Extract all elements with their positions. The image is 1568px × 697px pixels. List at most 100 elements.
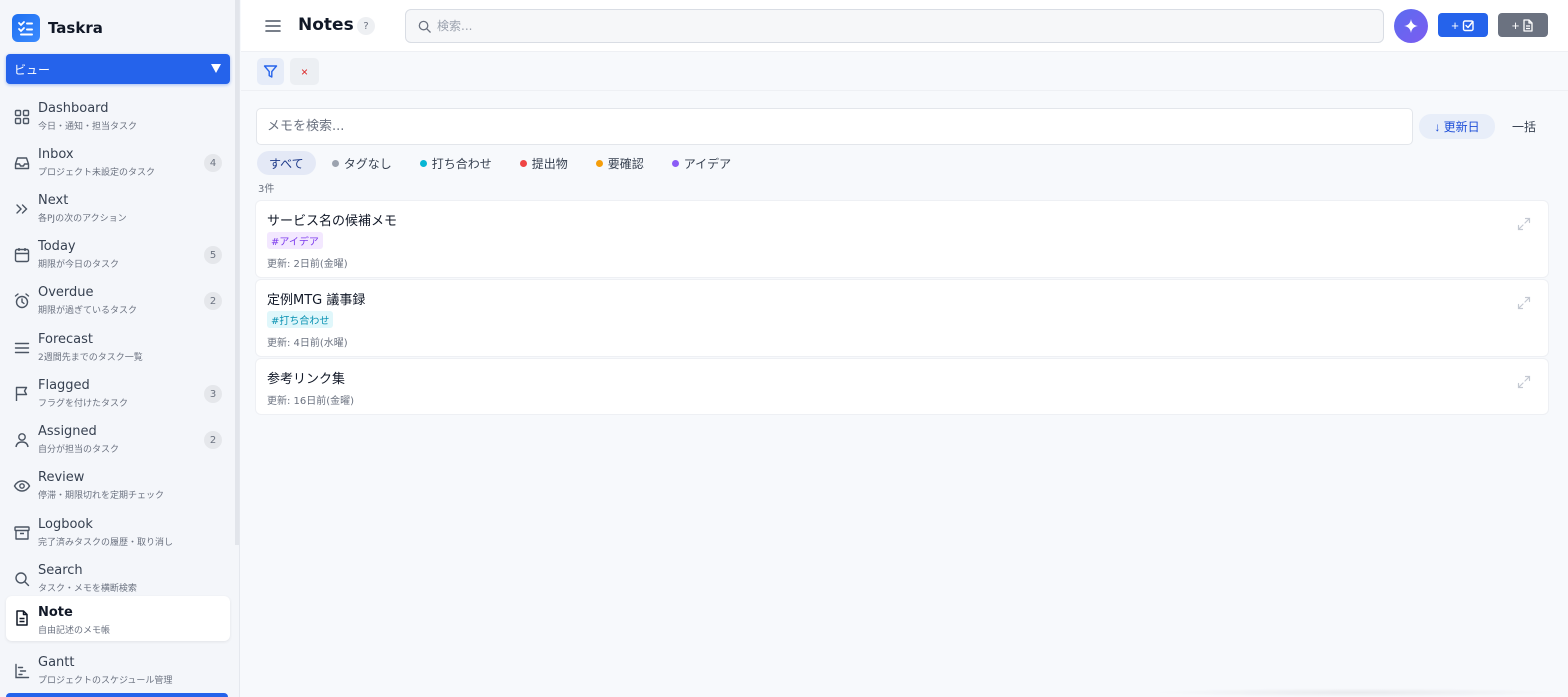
sidebar-item-assigned[interactable]: Assigned 自分が担当のタスク 2 (6, 418, 230, 462)
tag-chip-all[interactable]: すべて (257, 151, 316, 175)
note-updated: 更新: 4日前(水曜) (267, 338, 348, 349)
tag-dot-icon (331, 159, 339, 167)
document-icon (1523, 18, 1533, 32)
sidebar-item-title: Inbox (38, 147, 74, 162)
sidebar-item-title: Note (38, 605, 73, 620)
topbar: Notes ? + + (241, 0, 1568, 52)
grid-icon (14, 109, 30, 125)
plus-label: + (1451, 17, 1459, 33)
sidebar-item-search[interactable]: Search タスク・メモを横断検索 (6, 557, 230, 601)
app-name: Taskra (48, 19, 103, 37)
count-badge: 4 (204, 154, 222, 172)
sidebar-item-next[interactable]: Next 各PJの次のアクション (6, 187, 230, 231)
search-icon (15, 572, 30, 587)
bottom-edge-shadow (1150, 688, 1568, 697)
sidebar-item-title: Logbook (38, 517, 93, 532)
note-search-input[interactable] (257, 109, 1412, 144)
sidebar-scrollbar[interactable] (235, 0, 239, 545)
sidebar: Taskra ビュー Dashboard 今日・通知・担当タスク Inbox プ… (0, 0, 240, 697)
sparkle-icon (1404, 19, 1418, 33)
sort-button[interactable]: ↓ 更新日 (1419, 114, 1495, 139)
view-select[interactable]: ビュー (6, 54, 230, 84)
sidebar-item-subtitle: 自分が担当のタスク (38, 445, 120, 455)
help-icon[interactable]: ? (357, 17, 375, 35)
tag-chip-deliverable[interactable]: 提出物 (508, 151, 580, 175)
sidebar-item-overdue[interactable]: Overdue 期限が過ぎているタスク 2 (6, 279, 230, 323)
chip-label: タグなし (343, 156, 392, 171)
sidebar-item-subtitle: 停滞・期限切れを定期チェック (38, 491, 165, 501)
sidebar-item-forecast[interactable]: Forecast 2週間先までのタスク一覧 (6, 326, 230, 370)
sidebar-item-title: Search (38, 563, 83, 578)
sidebar-item-subtitle: 期限が過ぎているタスク (38, 306, 138, 316)
search-icon (418, 20, 431, 33)
filter-icon (263, 65, 278, 78)
chevron-down-icon (211, 64, 221, 73)
ai-assistant-button[interactable] (1394, 9, 1428, 43)
tag-dot-icon (519, 159, 527, 167)
tag-chip-needs-check[interactable]: 要確認 (584, 151, 656, 175)
sidebar-item-flagged[interactable]: Flagged フラグを付けたタスク 3 (6, 372, 230, 416)
tag-chip-idea[interactable]: アイデア (660, 151, 743, 175)
chip-label: アイデア (683, 156, 732, 171)
sidebar-item-title: Flagged (38, 378, 90, 393)
global-search[interactable] (405, 9, 1384, 43)
note-updated: 更新: 2日前(金曜) (267, 259, 348, 270)
sidebar-item-inbox[interactable]: Inbox プロジェクト未設定のタスク 4 (6, 141, 230, 185)
count-badge: 2 (204, 292, 222, 310)
sidebar-item-dashboard[interactable]: Dashboard 今日・通知・担当タスク (6, 95, 230, 139)
count-badge: 2 (204, 431, 222, 449)
add-note-button[interactable]: + (1498, 13, 1548, 37)
note-tag[interactable]: #打ち合わせ (267, 311, 334, 328)
checkbox-icon (1462, 19, 1474, 31)
sidebar-item-title: Today (38, 239, 76, 254)
expand-icon[interactable] (1517, 296, 1531, 310)
note-count: 3件 (258, 184, 275, 195)
bulk-edit-button[interactable]: 一括 (1505, 114, 1543, 139)
alarm-clock-icon (14, 293, 30, 309)
close-icon: × (300, 64, 308, 79)
sidebar-item-title: Dashboard (38, 101, 109, 116)
sidebar-item-gantt[interactable]: Gantt プロジェクトのスケジュール管理 (6, 649, 230, 693)
list-icon (14, 342, 30, 354)
document-icon (16, 610, 28, 626)
flag-icon (15, 386, 28, 401)
sidebar-item-logbook[interactable]: Logbook 完了済みタスクの履歴・取り消し (6, 511, 230, 555)
sidebar-item-title: Gantt (38, 655, 75, 670)
note-tag[interactable]: #アイデア (267, 232, 323, 249)
clear-filter-button[interactable]: × (290, 58, 319, 85)
sidebar-item-title: Next (38, 193, 69, 208)
brand[interactable]: Taskra (12, 14, 103, 42)
sidebar-bottom-button-edge[interactable] (6, 693, 228, 697)
count-badge: 3 (204, 385, 222, 403)
note-card[interactable]: サービス名の候補メモ #アイデア 更新: 2日前(金曜) (256, 201, 1548, 277)
chip-label: すべて (269, 156, 304, 171)
note-search[interactable] (256, 108, 1413, 145)
expand-icon[interactable] (1517, 217, 1531, 231)
sidebar-item-today[interactable]: Today 期限が今日のタスク 5 (6, 233, 230, 277)
note-card[interactable]: 参考リンク集 更新: 16日前(金曜) (256, 359, 1548, 414)
sidebar-item-subtitle: 今日・通知・担当タスク (38, 122, 138, 132)
sidebar-item-subtitle: 各PJの次のアクション (38, 214, 127, 224)
global-search-input[interactable] (437, 10, 1377, 42)
chip-label: 提出物 (531, 156, 568, 171)
tag-chip-meeting[interactable]: 打ち合わせ (408, 151, 504, 175)
chip-label: 要確認 (607, 156, 644, 171)
note-card[interactable]: 定例MTG 議事録 #打ち合わせ 更新: 4日前(水曜) (256, 280, 1548, 356)
page-title: Notes (298, 15, 354, 35)
tag-chip-untagged[interactable]: タグなし (320, 151, 404, 175)
sidebar-item-title: Assigned (38, 424, 97, 439)
sidebar-item-subtitle: プロジェクト未設定のタスク (38, 168, 156, 178)
double-chevron-right-icon (16, 204, 28, 214)
sidebar-item-subtitle: 2週間先までのタスク一覧 (38, 353, 143, 363)
sidebar-item-review[interactable]: Review 停滞・期限切れを定期チェック (6, 464, 230, 508)
sidebar-item-subtitle: タスク・メモを横断検索 (38, 584, 137, 594)
sidebar-item-subtitle: 自由記述のメモ帳 (38, 626, 111, 636)
expand-icon[interactable] (1517, 375, 1531, 389)
menu-icon[interactable] (263, 16, 283, 36)
filter-button[interactable] (257, 58, 284, 85)
sidebar-item-subtitle: 完了済みタスクの履歴・取り消し (38, 538, 174, 548)
chip-label: 打ち合わせ (431, 156, 492, 171)
add-task-button[interactable]: + (1438, 13, 1488, 37)
sidebar-item-note[interactable]: Note 自由記述のメモ帳 (6, 596, 230, 641)
sidebar-item-title: Forecast (38, 332, 94, 347)
